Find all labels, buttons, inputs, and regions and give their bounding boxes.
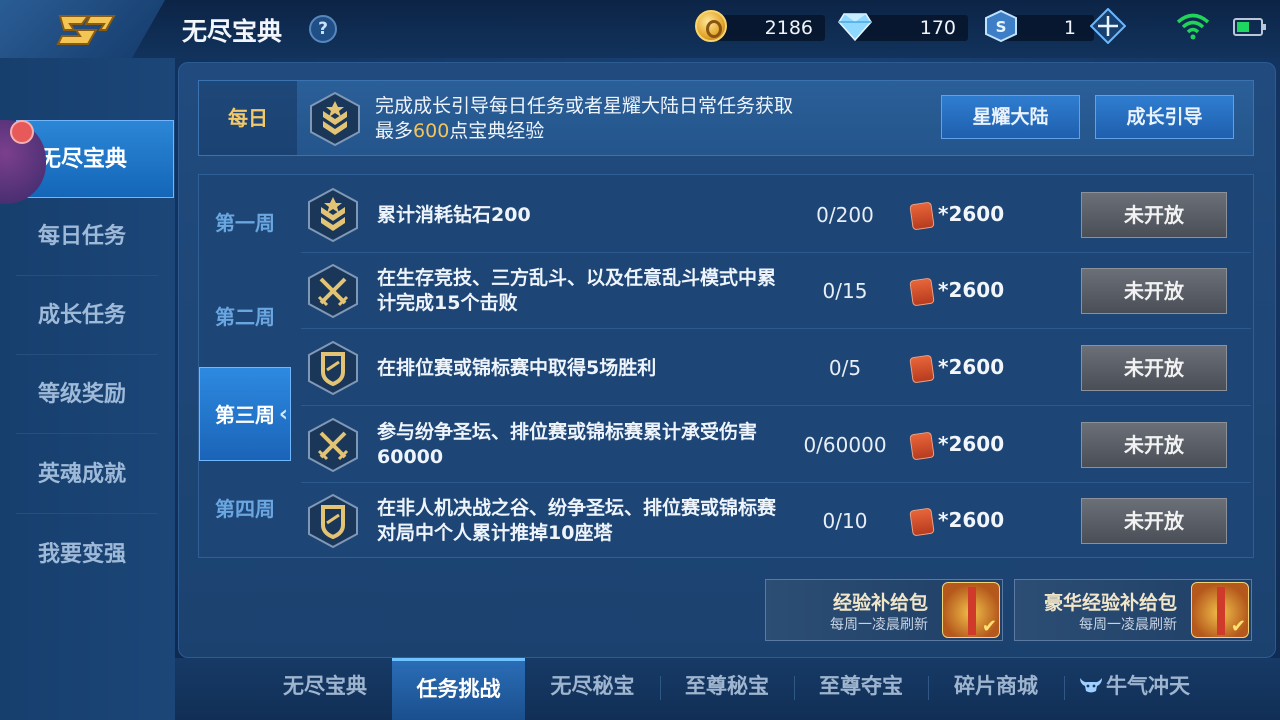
crossed-swords-icon [308,417,358,473]
table-row: 参与纷争圣坛、排位赛或锦标赛累计承受伤害60000 0/60000 *2600 … [301,407,1251,483]
daily-tag: 每日 [199,81,297,155]
pack-title: 经验补给包 [832,592,928,614]
tab-week-2[interactable]: 第二周 [199,287,291,347]
notification-dot [10,120,34,144]
task-reward: *2600 [909,277,1021,306]
exp-card-icon [909,431,935,460]
back-arrow-icon [56,15,116,45]
tab-week-4[interactable]: 第四周 [199,479,291,539]
tab-task-challenge[interactable]: 任务挑战 [392,658,525,720]
table-row: 在生存竞技、三方乱斗、以及任意乱斗模式中累计完成15个击败 0/15 *2600… [301,253,1251,329]
diamond-value: 170 [919,17,956,39]
exp-card-icon [909,201,935,230]
task-title: 在排位赛或锦标赛中取得5场胜利 [377,356,657,379]
svg-text:S: S [996,18,1007,36]
tab-endless-treasure[interactable]: 无尽秘宝 [525,658,660,720]
task-title: 在生存竞技、三方乱斗、以及任意乱斗模式中累计完成15个击败 [377,267,777,314]
wifi-icon [1176,13,1210,40]
gold-coin-icon [695,10,727,42]
task-progress: 0/5 [828,356,862,380]
help-icon[interactable]: ? [309,15,337,43]
task-status-button[interactable]: 未开放 [1081,422,1227,468]
exp-supply-pack[interactable]: 经验补给包 每周一凌晨刷新 [765,579,1003,641]
gold-currency: 2186 [695,10,825,44]
task-progress: 0/10 [822,509,868,533]
deluxe-exp-supply-pack[interactable]: 豪华经验补给包 每周一凌晨刷新 [1014,579,1252,641]
task-progress: 0/15 [822,279,868,303]
gift-box-icon [1191,582,1249,638]
sidebar-item-level-rewards[interactable]: 等级奖励 [16,356,158,434]
bottom-tab-bar: 无尽宝典 任务挑战 无尽秘宝 至尊秘宝 至尊夺宝 碎片商城 牛气冲天 [175,658,1280,720]
daily-description: 完成成长引导每日任务或者星耀大陆日常任务获取 最多600点宝典经验 [375,94,855,144]
task-reward: *2600 [909,354,1021,383]
voucher-value: 1 [1063,17,1076,39]
exp-card-icon [909,354,935,383]
task-status-button[interactable]: 未开放 [1081,345,1227,391]
sidebar-item-growth-tasks[interactable]: 成长任务 [16,277,158,355]
top-bar: 无尽宝典 ? 2186 170 S 1 [0,0,1280,58]
task-status-button[interactable]: 未开放 [1081,192,1227,238]
crossed-swords-icon [308,263,358,319]
task-progress: 0/60000 [803,433,887,457]
pack-subtitle: 每周一凌晨刷新 [830,617,928,633]
tab-supreme-treasure[interactable]: 至尊秘宝 [660,658,794,720]
tab-shard-shop[interactable]: 碎片商城 [928,658,1064,720]
daily-line-1: 完成成长引导每日任务或者星耀大陆日常任务获取 [375,95,794,117]
task-status-button[interactable]: 未开放 [1081,498,1227,544]
task-title: 累计消耗钻石200 [377,203,531,226]
pack-subtitle: 每周一凌晨刷新 [1079,617,1177,633]
sidebar-item-hero-achievements[interactable]: 英魂成就 [16,436,158,514]
task-progress: 0/200 [816,203,874,227]
tab-ox-event[interactable]: 牛气冲天 [1064,658,1204,720]
tab-supreme-raffle[interactable]: 至尊夺宝 [794,658,928,720]
task-list: 第一周 第二周 第三周 第四周 累计消耗钻石200 0/200 *2600 未开… [198,174,1254,558]
exp-card-icon [909,277,935,306]
task-title: 参与纷争圣坛、排位赛或锦标赛累计承受伤害60000 [377,421,758,468]
rank-badge-icon [310,91,360,147]
sidebar-item-get-stronger[interactable]: 我要变强 [16,516,158,594]
task-status-button[interactable]: 未开放 [1081,268,1227,314]
task-title: 在非人机决战之谷、纷争圣坛、排位赛或锦标赛对局中个人累计推掉10座塔 [377,497,777,544]
ox-head-icon [1080,678,1102,693]
pack-title: 豪华经验补给包 [1043,592,1177,614]
task-reward: *2600 [909,201,1021,230]
growth-guide-button[interactable]: 成长引导 [1095,95,1234,139]
exp-card-icon [909,507,935,536]
diamond-icon [838,13,872,42]
sidebar-item-daily-tasks[interactable]: 每日任务 [16,198,158,276]
daily-banner: 每日 完成成长引导每日任务或者星耀大陆日常任务获取 最多600点宝典经验 星耀大… [198,80,1254,156]
gold-value: 2186 [764,17,813,39]
tab-ox-event-label: 牛气冲天 [1106,674,1190,698]
tab-week-1[interactable]: 第一周 [199,193,291,253]
table-row: 在非人机决战之谷、纷争圣坛、排位赛或锦标赛对局中个人累计推掉10座塔 0/10 … [301,483,1251,559]
page-title: 无尽宝典 [182,17,283,46]
voucher-icon: S [985,10,1017,42]
diamond-currency: 170 [838,10,968,44]
back-button[interactable] [0,0,165,58]
add-currency-button[interactable] [1090,8,1126,44]
rank-badge-icon [308,187,358,243]
shield-icon [308,493,358,549]
table-row: 在排位赛或锦标赛中取得5场胜利 0/5 *2600 未开放 [301,330,1251,406]
battery-icon [1233,18,1266,36]
voucher-currency: S 1 [984,8,1134,44]
task-reward: *2600 [909,431,1021,460]
star-continent-button[interactable]: 星耀大陆 [941,95,1080,139]
gift-box-icon [942,582,1000,638]
table-row: 累计消耗钻石200 0/200 *2600 未开放 [301,177,1251,253]
daily-exp-amount: 600 [413,120,450,142]
tab-endless-codex[interactable]: 无尽宝典 [257,658,393,720]
shield-icon [308,340,358,396]
tab-week-3[interactable]: 第三周 [199,367,291,462]
task-reward: *2600 [909,507,1021,536]
daily-line-2: 最多600点宝典经验 [375,120,545,142]
